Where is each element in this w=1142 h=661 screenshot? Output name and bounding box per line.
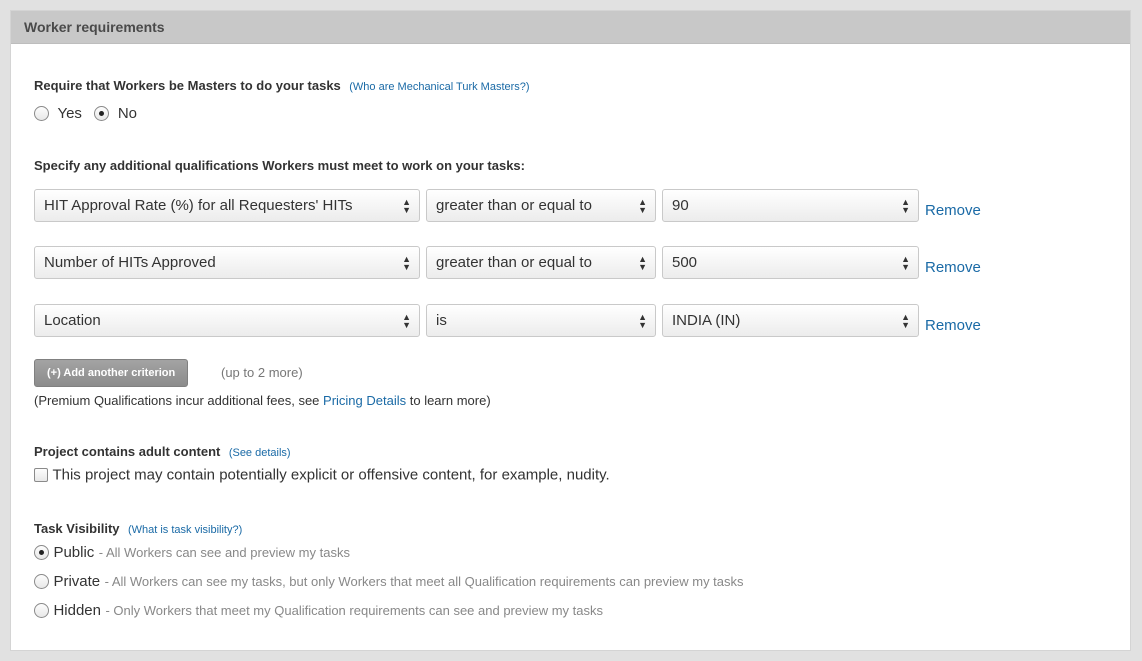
qualifications-label: Specify any additional qualifications Wo… <box>34 158 525 173</box>
masters-yes-label: Yes <box>57 105 82 123</box>
visibility-public-label: Public <box>53 544 95 561</box>
task-visibility-help-link[interactable]: (What is task visibility?) <box>128 524 242 536</box>
adult-content-label: Project contains adult content <box>34 444 221 459</box>
visibility-public-desc: - All Workers can see and preview my tas… <box>98 545 350 560</box>
adult-content-checkbox[interactable] <box>34 467 48 482</box>
qualification-select-1[interactable]: HIT Approval Rate (%) for all Requesters… <box>34 189 420 222</box>
visibility-hidden-radio[interactable] <box>34 603 49 619</box>
value-select-3[interactable]: INDIA (IN) ▲ ▼ <box>662 304 919 337</box>
adult-content-checkbox-label: This project may contain potentially exp… <box>52 466 610 484</box>
visibility-private-desc: - All Workers can see my tasks, but only… <box>104 574 744 589</box>
value-value-2: 500 <box>672 254 698 271</box>
masters-yes-radio[interactable] <box>34 106 49 122</box>
adult-content-help-link[interactable]: (See details) <box>229 447 291 459</box>
masters-radio-group: Yes No <box>34 105 137 123</box>
visibility-option-hidden: Hidden - Only Workers that meet my Quali… <box>34 602 603 620</box>
remove-link-2[interactable]: Remove <box>925 259 981 276</box>
visibility-public-radio[interactable] <box>34 545 49 561</box>
adult-content-checkbox-row: This project may contain potentially exp… <box>34 466 610 484</box>
qualification-value-3: Location <box>44 312 101 329</box>
comparator-select-2[interactable]: greater than or equal to ▲ ▼ <box>426 246 656 279</box>
visibility-hidden-desc: - Only Workers that meet my Qualificatio… <box>105 603 604 618</box>
task-visibility-label: Task Visibility <box>34 521 120 536</box>
updown-arrows-icon: ▲ ▼ <box>901 253 910 272</box>
masters-label: Require that Workers be Masters to do yo… <box>34 78 341 93</box>
masters-help-link[interactable]: (Who are Mechanical Turk Masters?) <box>349 81 529 93</box>
visibility-option-public: Public - All Workers can see and preview… <box>34 544 350 562</box>
value-select-1[interactable]: 90 ▲ ▼ <box>662 189 919 222</box>
worker-requirements-panel: Worker requirements Require that Workers… <box>10 10 1131 651</box>
value-select-2[interactable]: 500 ▲ ▼ <box>662 246 919 279</box>
remove-link-3[interactable]: Remove <box>925 317 981 334</box>
pricing-details-link[interactable]: Pricing Details <box>323 393 406 408</box>
comparator-value-2: greater than or equal to <box>436 254 592 271</box>
comparator-select-1[interactable]: greater than or equal to ▲ ▼ <box>426 189 656 222</box>
remove-link-1[interactable]: Remove <box>925 202 981 219</box>
updown-arrows-icon: ▲ ▼ <box>901 196 910 215</box>
premium-note: (Premium Qualifications incur additional… <box>34 393 491 408</box>
premium-note-prefix: (Premium Qualifications incur additional… <box>34 393 324 408</box>
qualification-value-2: Number of HITs Approved <box>44 254 216 271</box>
add-criterion-button[interactable]: (+) Add another criterion <box>34 359 189 387</box>
qualification-select-2[interactable]: Number of HITs Approved ▲ ▼ <box>34 246 420 279</box>
comparator-select-3[interactable]: is ▲ ▼ <box>426 304 656 337</box>
updown-arrows-icon: ▲ ▼ <box>402 311 411 330</box>
updown-arrows-icon: ▲ ▼ <box>402 196 411 215</box>
updown-arrows-icon: ▲ ▼ <box>638 311 647 330</box>
premium-note-suffix: to learn more) <box>406 393 491 408</box>
updown-arrows-icon: ▲ ▼ <box>638 196 647 215</box>
visibility-hidden-label: Hidden <box>53 602 101 619</box>
comparator-value-3: is <box>436 312 447 329</box>
add-criterion-hint: (up to 2 more) <box>221 365 303 380</box>
updown-arrows-icon: ▲ ▼ <box>638 253 647 272</box>
visibility-option-private: Private - All Workers can see my tasks, … <box>34 573 744 591</box>
masters-no-radio[interactable] <box>94 106 110 122</box>
visibility-private-label: Private <box>53 573 101 590</box>
masters-question: Require that Workers be Masters to do yo… <box>34 77 530 95</box>
value-value-1: 90 <box>672 197 689 214</box>
comparator-value-1: greater than or equal to <box>436 197 592 214</box>
updown-arrows-icon: ▲ ▼ <box>402 253 411 272</box>
updown-arrows-icon: ▲ ▼ <box>901 311 910 330</box>
section-title: Worker requirements <box>11 11 1130 44</box>
qualification-value-1: HIT Approval Rate (%) for all Requesters… <box>44 197 353 214</box>
adult-content-question: Project contains adult content (See deta… <box>34 443 291 461</box>
task-visibility-question: Task Visibility (What is task visibility… <box>34 520 242 538</box>
visibility-private-radio[interactable] <box>34 574 49 590</box>
value-value-3: INDIA (IN) <box>672 312 741 329</box>
qualification-select-3[interactable]: Location ▲ ▼ <box>34 304 420 337</box>
masters-no-label: No <box>117 105 138 123</box>
